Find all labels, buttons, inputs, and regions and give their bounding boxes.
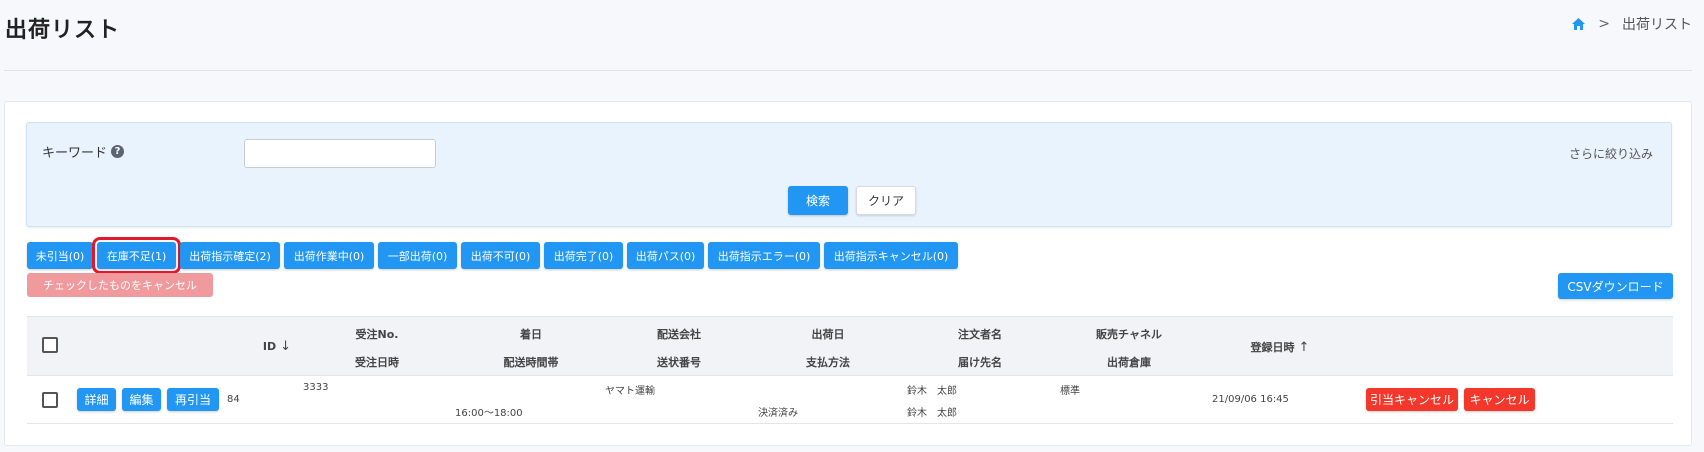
header-recipient[interactable]: 届け先名: [958, 354, 1002, 370]
header-arrival-date[interactable]: 着日: [520, 326, 542, 342]
status-instruction-error-button[interactable]: 出荷指示エラー(0): [708, 242, 820, 269]
header-ship-date[interactable]: 出荷日: [812, 326, 845, 342]
status-in-progress-button[interactable]: 出荷作業中(0): [284, 242, 374, 269]
select-all-checkbox[interactable]: [42, 337, 58, 353]
help-icon[interactable]: ?: [111, 145, 125, 158]
table-header: ID ↓ 受注No. 受注日時 着日 配送時間帯 配送会社 送状番号 出荷日 支払…: [27, 316, 1673, 376]
status-completed-button[interactable]: 出荷完了(0): [544, 242, 623, 269]
breadcrumb: > 出荷リスト: [1571, 14, 1692, 34]
header-order-no[interactable]: 受注No.: [356, 326, 399, 342]
cancel-allocation-button[interactable]: 引当キャンセル: [1366, 388, 1458, 411]
shipment-list-card: キーワード ? さらに絞り込み 検索 クリア 未引当(0) 在庫不足(1) 出荷…: [4, 101, 1692, 446]
cell-registered: 21/09/06 16:45: [1212, 394, 1289, 405]
cell-orderer: 鈴木 太郎: [907, 386, 957, 397]
breadcrumb-current: 出荷リスト: [1622, 17, 1692, 33]
keyword-label: キーワード ?: [42, 142, 125, 161]
header-carrier[interactable]: 配送会社: [657, 326, 701, 342]
header-delivery-time[interactable]: 配送時間帯: [504, 354, 559, 370]
header-payment[interactable]: 支払方法: [806, 354, 850, 370]
header-orderer[interactable]: 注文者名: [958, 326, 1002, 342]
status-instruction-cancel-button[interactable]: 出荷指示キャンセル(0): [824, 242, 958, 269]
keyword-input[interactable]: [244, 139, 436, 168]
home-icon[interactable]: [1571, 17, 1586, 31]
table-row: 詳細 編集 再引当 84 3333 16:00～18:00 ヤマト運輸 決済済み…: [27, 377, 1673, 424]
row-checkbox[interactable]: [42, 392, 58, 408]
cell-carrier: ヤマト運輸: [605, 386, 655, 397]
search-panel: キーワード ? さらに絞り込み 検索 クリア: [26, 122, 1672, 227]
cancel-button[interactable]: キャンセル: [1464, 388, 1535, 411]
cell-channel: 標準: [1060, 386, 1080, 397]
header-divider: [4, 70, 1692, 71]
edit-button[interactable]: 編集: [122, 388, 161, 411]
more-filter-link[interactable]: さらに絞り込み: [1569, 145, 1653, 162]
status-pass-button[interactable]: 出荷パス(0): [627, 242, 704, 269]
search-button[interactable]: 検索: [788, 186, 848, 215]
header-warehouse[interactable]: 出荷倉庫: [1107, 354, 1151, 370]
sort-up-icon[interactable]: ↑: [1299, 340, 1310, 355]
header-registered[interactable]: 登録日時 ↑: [1251, 339, 1310, 355]
header-tracking-no[interactable]: 送状番号: [657, 354, 701, 370]
cell-payment: 決済済み: [758, 408, 798, 419]
cell-order-no: 3333: [303, 382, 329, 393]
header-order-date[interactable]: 受注日時: [355, 354, 399, 370]
status-unshippable-button[interactable]: 出荷不可(0): [461, 242, 540, 269]
sort-down-icon[interactable]: ↓: [280, 339, 291, 354]
cancel-checked-button[interactable]: チェックしたものをキャンセル: [27, 273, 213, 297]
header-id[interactable]: ID ↓: [263, 339, 291, 354]
status-unallocated-button[interactable]: 未引当(0): [27, 242, 93, 269]
clear-button[interactable]: クリア: [856, 186, 916, 215]
status-instruction-confirmed-button[interactable]: 出荷指示確定(2): [180, 242, 280, 269]
detail-button[interactable]: 詳細: [77, 388, 116, 411]
csv-download-button[interactable]: CSVダウンロード: [1558, 273, 1673, 299]
cell-recipient: 鈴木 太郎: [907, 408, 957, 419]
cell-id: 84: [227, 394, 240, 405]
page-title: 出荷リスト: [5, 18, 121, 43]
status-partial-shipment-button[interactable]: 一部出荷(0): [378, 242, 457, 269]
breadcrumb-separator: >: [1598, 16, 1610, 32]
header-channel[interactable]: 販売チャネル: [1096, 326, 1162, 342]
reallocate-button[interactable]: 再引当: [167, 388, 219, 411]
cell-delivery-time: 16:00～18:00: [455, 408, 523, 419]
page-header: 出荷リスト > 出荷リスト: [0, 0, 1704, 70]
status-out-of-stock-button[interactable]: 在庫不足(1): [92, 237, 181, 274]
